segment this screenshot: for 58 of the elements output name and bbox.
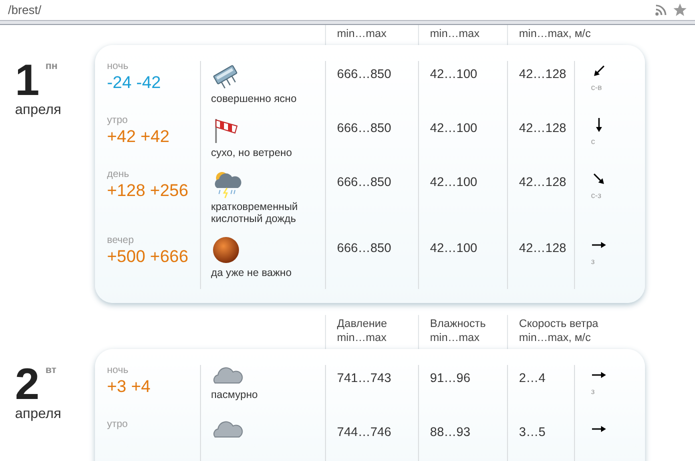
period-label: вечер bbox=[107, 235, 134, 246]
temperature: +500 +666 bbox=[107, 246, 188, 268]
column-header: min…max bbox=[430, 27, 480, 41]
wind-direction-label: с-з bbox=[591, 191, 602, 200]
condition-text: кратковременный кислотный дождь bbox=[211, 201, 299, 225]
temperature: +42 +42 bbox=[107, 126, 170, 148]
planet-icon bbox=[211, 235, 241, 265]
wind-direction-label: з bbox=[591, 257, 595, 266]
pressure-value: 741…743 bbox=[337, 371, 392, 385]
humidity-value: 42…100 bbox=[430, 67, 478, 81]
wind-speed-value: 2…4 bbox=[519, 371, 546, 385]
star-icon[interactable] bbox=[673, 3, 687, 17]
day-number: 2 bbox=[15, 365, 40, 405]
wind-speed-value: 42…128 bbox=[519, 175, 566, 189]
period-label: ночь bbox=[107, 61, 128, 72]
wind-speed-value: 42…128 bbox=[519, 121, 566, 135]
month-label: апреля bbox=[15, 405, 62, 421]
weekday-label: пн bbox=[45, 61, 58, 72]
humidity-value: 88…93 bbox=[430, 425, 470, 439]
temperature: +128 +256 bbox=[107, 180, 188, 202]
column-header: min…max bbox=[430, 331, 480, 345]
temperature: +3 +4 bbox=[107, 376, 150, 398]
pressure-value: 666…850 bbox=[337, 67, 392, 81]
humidity-value: 42…100 bbox=[430, 241, 478, 255]
column-header: Скорость ветра bbox=[519, 317, 598, 331]
column-header: Влажность bbox=[430, 317, 486, 331]
pressure-value: 744…746 bbox=[337, 425, 392, 439]
period-label: ночь bbox=[107, 365, 128, 376]
month-label: апреля bbox=[15, 101, 62, 117]
column-header: Давление bbox=[337, 317, 388, 331]
wind-direction-label: з bbox=[591, 387, 595, 396]
wind-speed-value: 42…128 bbox=[519, 241, 566, 255]
pressure-value: 666…850 bbox=[337, 121, 392, 135]
condition-text: сухо, но ветрено bbox=[211, 147, 292, 159]
weekday-label: вт bbox=[45, 365, 56, 376]
wind-speed-value: 42…128 bbox=[519, 67, 566, 81]
wind-speed-value: 3…5 bbox=[519, 425, 546, 439]
period-label: утро bbox=[107, 115, 128, 126]
condition-text: совершенно ясно bbox=[211, 93, 297, 105]
humidity-value: 42…100 bbox=[430, 175, 478, 189]
temperature: -24 -42 bbox=[107, 72, 161, 94]
column-header: min…max, м/с bbox=[519, 331, 591, 345]
day-number: 1 bbox=[15, 61, 40, 101]
humidity-value: 42…100 bbox=[430, 121, 478, 135]
column-header: min…max bbox=[337, 331, 387, 345]
column-header: min…max, м/с bbox=[519, 27, 591, 41]
pressure-value: 666…850 bbox=[337, 175, 392, 189]
period-label: утро bbox=[107, 419, 128, 430]
rss-icon[interactable] bbox=[655, 4, 667, 16]
address-url[interactable]: /brest/ bbox=[8, 3, 42, 17]
condition-text: да уже не важно bbox=[211, 267, 292, 279]
pressure-value: 666…850 bbox=[337, 241, 392, 255]
humidity-value: 91…96 bbox=[430, 371, 470, 385]
condition-text: пасмурно bbox=[211, 389, 258, 401]
wind-direction-label: с bbox=[591, 137, 595, 146]
wind-direction-label: с-в bbox=[591, 83, 602, 92]
column-header: min…max bbox=[337, 27, 387, 41]
period-label: день bbox=[107, 169, 130, 180]
